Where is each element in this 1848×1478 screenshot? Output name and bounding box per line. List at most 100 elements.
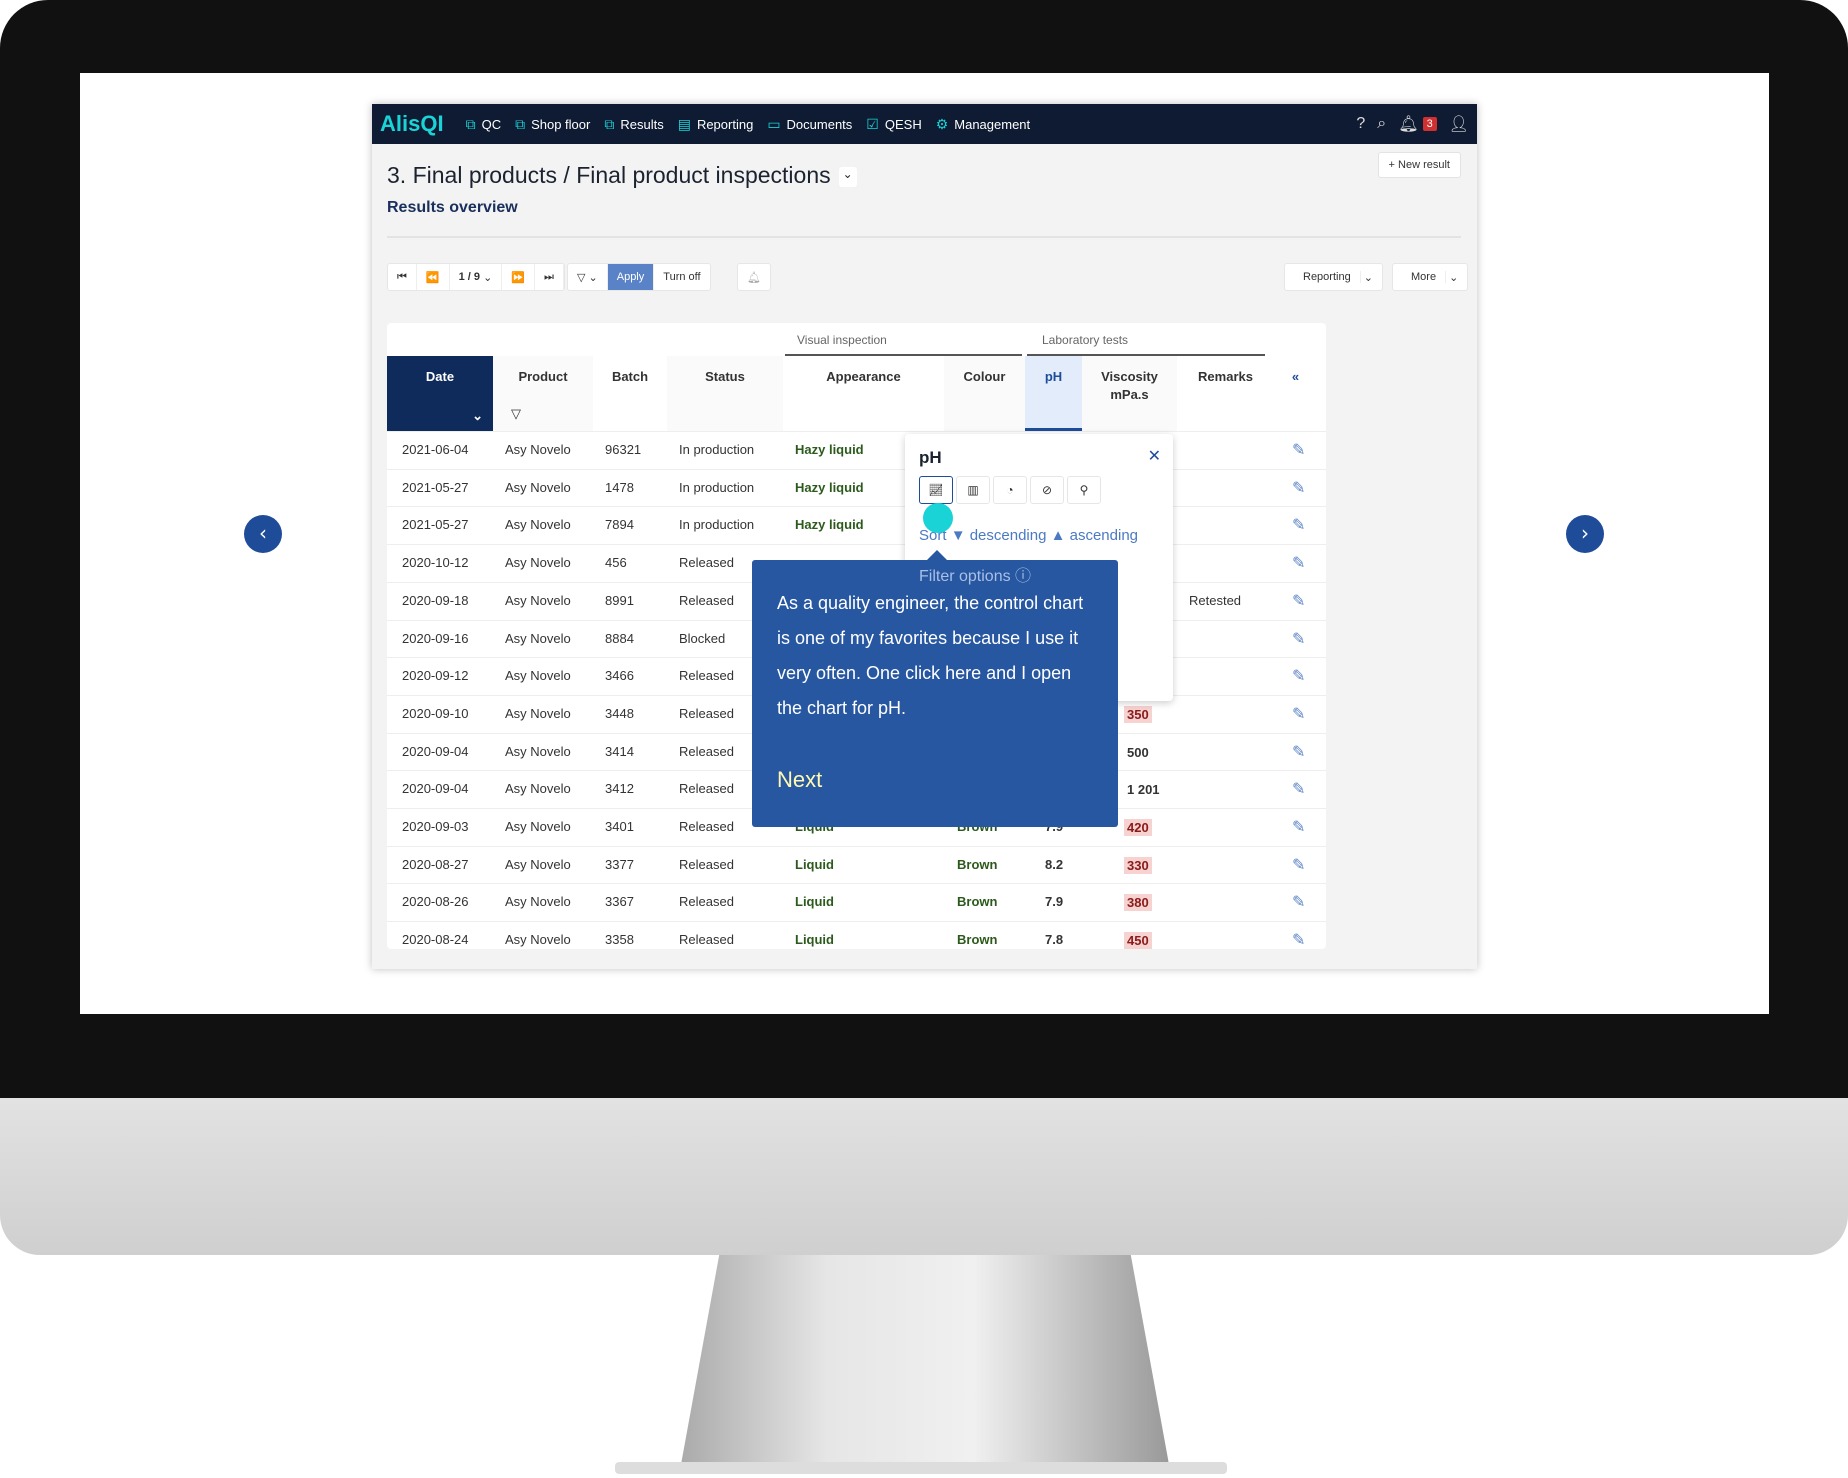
carousel-prev-button[interactable]: ‹ <box>244 515 282 553</box>
bell-icon[interactable]: 🔔︎ <box>1398 114 1418 134</box>
edit-icon[interactable]: ✎ <box>1292 855 1305 875</box>
table-row[interactable]: 2021-06-04 Asy Novelo 96321 In production Ha… <box>387 431 1326 469</box>
tooltip-text: As a quality engineer, the control chart… <box>777 593 1084 718</box>
column-header[interactable]: pH <box>1025 356 1082 431</box>
table-row[interactable]: 2021-05-27 Asy Novelo 7894 In production Haz… <box>387 506 1326 544</box>
next-page-icon[interactable]: ⏩ <box>502 264 535 290</box>
table-row[interactable]: 2020-08-26 Asy Novelo 3367 Released Liquid Br… <box>387 883 1326 921</box>
column-header[interactable]: Date ⌄ <box>387 356 493 431</box>
control-chart-icon[interactable]: 📈︎ <box>919 476 953 504</box>
table-row[interactable]: 2020-08-24 Asy Novelo 3358 Released Liquid Br… <box>387 921 1326 949</box>
cell-product: Asy Novelo <box>505 517 571 533</box>
edit-icon[interactable]: ✎ <box>1292 440 1305 460</box>
nav-item[interactable]: ⧉ QC <box>466 116 502 133</box>
new-result-button[interactable]: + New result <box>1377 152 1461 178</box>
hide-column-icon[interactable]: ⊘ <box>1030 476 1064 504</box>
more-button[interactable]: More ⌄ <box>1392 263 1469 291</box>
alert-button[interactable]: 🔔︎ <box>737 263 771 291</box>
page-select[interactable]: 1 / 9 ⌄ <box>450 264 503 290</box>
edit-icon[interactable]: ✎ <box>1292 629 1305 649</box>
nav-item[interactable]: ⚙ Management <box>936 116 1030 133</box>
chevron-down-icon[interactable]: ⌄ <box>472 407 483 425</box>
edit-icon[interactable]: ✎ <box>1292 779 1305 799</box>
report-icon: ▤ <box>677 115 691 132</box>
column-header[interactable]: Remarks <box>1177 356 1274 431</box>
apply-button[interactable]: Apply <box>607 264 655 290</box>
cell-status: In production <box>679 479 755 495</box>
nav-item[interactable]: ⧉ Results <box>604 116 663 133</box>
pin-icon[interactable]: ⚲ <box>1067 476 1101 504</box>
cell-viscosity: 500 <box>1127 744 1149 760</box>
cell-colour: Brown <box>957 894 998 910</box>
bell-icon: 🔔︎ <box>747 271 761 284</box>
chevron-down-icon[interactable]: ⌄ <box>838 166 857 187</box>
nav-item[interactable]: ▤ Reporting <box>678 116 754 133</box>
cell-date: 2020-09-04 <box>402 781 469 797</box>
next-button[interactable]: Next <box>777 767 822 793</box>
table-row[interactable]: 2021-05-27 Asy Novelo 1478 In production Haz… <box>387 468 1326 507</box>
cell-product: Asy Novelo <box>505 743 571 759</box>
cell-appearance: Hazy liquid <box>795 517 864 533</box>
first-page-icon[interactable]: ⏮ <box>388 264 417 290</box>
edit-icon[interactable]: ✎ <box>1292 930 1305 949</box>
cell-product: Asy Novelo <box>505 894 571 910</box>
search-icon[interactable]: ⌕ <box>1377 115 1386 133</box>
column-header[interactable]: Batch <box>593 356 667 431</box>
carousel-next-button[interactable]: › <box>1566 515 1604 553</box>
cell-date: 2021-06-04 <box>402 442 469 457</box>
turn-off-button[interactable]: Turn off <box>654 264 709 290</box>
last-page-icon[interactable]: ⏭ <box>535 264 564 290</box>
page-subtitle: Results overview <box>387 199 518 216</box>
reporting-button[interactable]: Reporting ⌄ <box>1284 263 1383 291</box>
chart-icon: ⧉ <box>515 115 526 132</box>
user-icon[interactable]: 👤︎ <box>1449 114 1469 134</box>
histogram-icon[interactable]: ▥ <box>956 476 990 504</box>
edit-icon[interactable]: ✎ <box>1292 553 1305 573</box>
filter-icon[interactable]: ▽ ⌄ <box>568 264 608 290</box>
edit-icon[interactable]: ✎ <box>1292 742 1305 762</box>
close-icon[interactable]: ✕ <box>1148 446 1161 466</box>
sort-ascending[interactable]: ▲ ascending <box>1051 527 1138 544</box>
edit-icon[interactable]: ✎ <box>1292 704 1305 724</box>
edit-icon[interactable]: ✎ <box>1292 892 1305 912</box>
cell-status: Released <box>679 856 734 872</box>
cell-date: 2020-09-12 <box>402 668 469 684</box>
app-window: AlisQI ⧉ QC ⧉ Shop floor ⧉ Results ▤ Reporting ▭… <box>372 104 1477 969</box>
column-header[interactable]: Appearance <box>783 356 944 431</box>
cell-date: 2020-10-12 <box>402 555 469 571</box>
cell-date: 2020-09-18 <box>402 592 469 608</box>
filter-group: ▽ ⌄ Apply Turn off <box>567 263 711 291</box>
edit-icon[interactable]: ✎ <box>1292 515 1305 535</box>
cell-status: Released <box>679 894 734 910</box>
filter-icon[interactable]: ▽ <box>511 405 521 423</box>
prev-page-icon[interactable]: ⏪ <box>417 264 450 290</box>
sort-descending[interactable]: ▼ descending <box>951 527 1047 544</box>
help-icon[interactable]: ? <box>1356 115 1365 133</box>
nav-item[interactable]: ⧉ Shop floor <box>515 116 590 133</box>
column-header[interactable]: Status <box>667 356 783 431</box>
collapse-icon[interactable]: « <box>1265 356 1326 431</box>
table-row[interactable]: 2020-08-27 Asy Novelo 3377 Released Liquid Br… <box>387 845 1326 884</box>
edit-icon[interactable]: ✎ <box>1292 591 1305 611</box>
pie-chart-icon[interactable]: ◔ <box>993 476 1027 504</box>
cell-viscosity: 350 <box>1124 705 1152 723</box>
edit-icon[interactable]: ✎ <box>1292 478 1305 498</box>
column-header[interactable]: Viscosity mPa.s <box>1082 356 1177 431</box>
cell-product: Asy Novelo <box>505 442 571 457</box>
cell-viscosity: 330 <box>1124 856 1152 874</box>
edit-icon[interactable]: ✎ <box>1292 666 1305 686</box>
column-header[interactable]: Product ▽ <box>493 356 593 431</box>
chart-icon: ⧉ <box>465 115 476 132</box>
notification-badge: 3 <box>1422 117 1437 131</box>
cell-batch: 3466 <box>605 668 634 684</box>
cell-date: 2020-09-04 <box>402 743 469 759</box>
cell-status: Released <box>679 705 734 721</box>
logo: AlisQI <box>380 111 444 136</box>
nav-item[interactable]: ☑ QESH <box>866 116 921 133</box>
column-header[interactable]: Colour <box>944 356 1025 431</box>
nav-item[interactable]: ▭ Documents <box>767 116 852 133</box>
top-nav: AlisQI ⧉ QC ⧉ Shop floor ⧉ Results ▤ Reporting ▭… <box>372 104 1477 144</box>
edit-icon[interactable]: ✎ <box>1292 817 1305 837</box>
cell-status: In production <box>679 517 755 533</box>
cell-batch: 456 <box>605 555 627 571</box>
